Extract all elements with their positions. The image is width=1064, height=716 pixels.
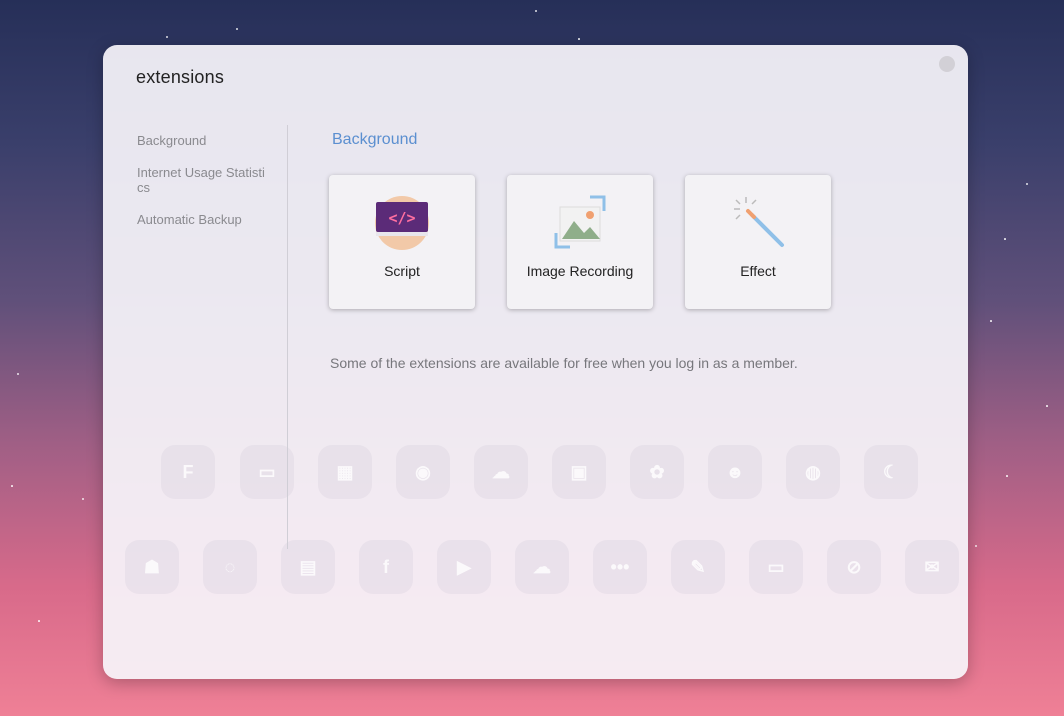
card-image-recording-label: Image Recording [526, 263, 634, 279]
card-script-label: Script [384, 263, 420, 279]
card-effect[interactable]: Effect [685, 175, 831, 309]
close-button[interactable] [939, 56, 955, 72]
card-script[interactable]: </> Script [329, 175, 475, 309]
section-title: Background [332, 131, 418, 148]
sidebar-item-automatic-backup[interactable]: Automatic Backup [137, 212, 277, 227]
sidebar-item-internet-usage-statistics[interactable]: Internet Usage Statistics [137, 165, 267, 195]
sidebar-divider [287, 125, 288, 549]
magic-wand-icon [734, 197, 784, 247]
membership-note: Some of the extensions are available for… [330, 355, 798, 371]
modal-title: extensions [136, 67, 225, 87]
extensions-modal: F ▭ ▦ ◉ ☁ ▣ ✿ ☻ ◍ ☾ ☗ ◌ ▤ f ▶ ☁ ••• ✎ ▭ … [103, 45, 968, 679]
card-image-recording[interactable]: Image Recording [507, 175, 653, 309]
code-window-icon: </> [375, 196, 429, 250]
extension-cards: </> Script Image Recording Effect [329, 175, 831, 309]
sidebar: Background Internet Usage Statistics Aut… [137, 133, 277, 244]
card-effect-label: Effect [740, 263, 776, 279]
svg-text:</>: </> [388, 209, 415, 227]
sidebar-item-background[interactable]: Background [137, 133, 277, 148]
image-capture-icon [554, 195, 606, 249]
